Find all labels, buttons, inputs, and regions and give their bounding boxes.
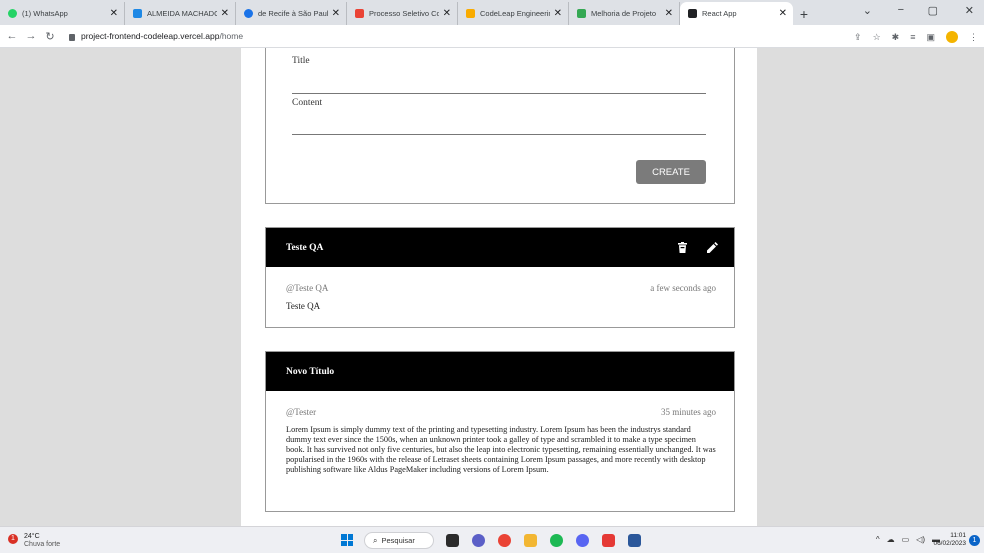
post-time: 35 minutes ago [661, 407, 716, 417]
url-path: /home [219, 31, 244, 41]
tab-almeida[interactable]: ALMEIDA MACHADO ✕ [125, 2, 236, 25]
post-card: Teste QA @Teste QA a few seconds ago Tes… [265, 227, 735, 328]
spotify-icon[interactable] [550, 534, 563, 547]
tab-react-app[interactable]: React App ✕ [680, 2, 793, 25]
site-icon [133, 9, 142, 18]
main-container: Title Content CREATE Teste QA @Teste QA … [241, 48, 757, 526]
tab-title: Processo Seletivo Co [369, 9, 439, 18]
tab-title: de Recife à São Paulo [258, 9, 328, 18]
search-icon: ⌕ [373, 535, 378, 545]
post-title: Teste QA [286, 242, 324, 253]
tab-title: React App [702, 9, 737, 18]
post-title: Novo Título [286, 366, 335, 377]
weather-widget[interactable]: 24°C Chuva forte [24, 533, 60, 549]
post-author: @Tester [286, 407, 317, 417]
search-label: Pesquisar [381, 536, 415, 545]
weather-temp: 24°C [24, 533, 40, 540]
site-icon [244, 9, 253, 18]
url-host: project-frontend-codeleap.vercel.app [81, 31, 220, 41]
tab-processo[interactable]: Processo Seletivo Co ✕ [347, 2, 458, 25]
share-icon[interactable]: ⇪ [854, 32, 862, 43]
create-button[interactable]: CREATE [636, 160, 706, 184]
taskbar-clock[interactable]: 11:01 06/02/2023 [933, 532, 966, 548]
profile-avatar[interactable] [946, 31, 958, 43]
site-icon [466, 9, 475, 18]
volume-icon[interactable]: ◁) [916, 535, 925, 544]
reload-icon[interactable]: ↻ [43, 30, 57, 43]
taskbar-search[interactable]: ⌕ Pesquisar [364, 532, 434, 549]
address-bar: ← → ↻ project-frontend-codeleap.vercel.a… [0, 25, 984, 48]
close-icon[interactable]: ✕ [779, 8, 787, 19]
title-field-label: Title [292, 56, 310, 66]
menu-icon[interactable]: ⋮ [969, 32, 978, 43]
word-icon[interactable] [628, 534, 641, 547]
windows-taskbar: 1 24°C Chuva forte ⌕ Pesquisar ^ ☁ ▭ ◁) … [0, 526, 984, 553]
onedrive-icon[interactable]: ☁ [887, 535, 895, 544]
tab-title: ALMEIDA MACHADO [147, 9, 217, 18]
tab-melhoria[interactable]: Melhoria de Projeto ✕ [569, 2, 680, 25]
weather-desc: Chuva forte [24, 541, 61, 548]
tab-title: CodeLeap Engineerin [480, 9, 550, 18]
bookmark-star-icon[interactable]: ☆ [873, 32, 881, 43]
url-field[interactable]: project-frontend-codeleap.vercel.app/hom… [69, 31, 243, 41]
gmail-icon [355, 9, 364, 18]
tab-title: Melhoria de Projeto [591, 9, 657, 18]
sheets-icon [577, 9, 586, 18]
teams-chat-icon[interactable] [472, 534, 485, 547]
windows-start-icon[interactable] [341, 534, 353, 546]
system-tray: ^ ☁ ▭ ◁) ▬ [876, 535, 940, 544]
title-input[interactable] [292, 93, 706, 94]
close-icon[interactable]: ✕ [554, 8, 562, 19]
delete-icon[interactable] [674, 240, 690, 256]
close-icon[interactable]: ✕ [665, 8, 673, 19]
post-header: Teste QA [266, 228, 734, 267]
post-meta: @Teste QA a few seconds ago [266, 283, 734, 293]
post-card: Novo Título @Tester 35 minutes ago Lorem… [265, 351, 735, 512]
chrome-icon[interactable] [498, 534, 511, 547]
whatsapp-icon [8, 9, 17, 18]
task-view-icon[interactable] [446, 534, 459, 547]
post-meta: @Tester 35 minutes ago [266, 407, 734, 417]
extensions-icon[interactable]: ✱ [892, 32, 900, 43]
content-field-label: Content [292, 98, 323, 108]
tab-title: (1) WhatsApp [22, 9, 68, 18]
weather-alert-badge: 1 [8, 534, 18, 544]
notification-badge[interactable]: 1 [969, 535, 980, 546]
close-icon[interactable]: ✕ [221, 8, 229, 19]
edit-pencil-icon[interactable] [704, 240, 720, 256]
post-header: Novo Título [266, 352, 734, 391]
tab-whatsapp[interactable]: (1) WhatsApp ✕ [0, 2, 125, 25]
network-icon[interactable]: ▭ [902, 535, 910, 544]
react-app-icon [688, 9, 697, 18]
discord-icon[interactable] [576, 534, 589, 547]
page-viewport: Title Content CREATE Teste QA @Teste QA … [0, 48, 984, 526]
tab-search-icon[interactable]: ⌄ [863, 4, 872, 17]
side-panel-icon[interactable]: ▣ [926, 32, 935, 43]
file-explorer-icon[interactable] [524, 534, 537, 547]
back-icon[interactable]: ← [5, 30, 19, 42]
clock-date: 06/02/2023 [933, 540, 966, 547]
chevron-up-icon[interactable]: ^ [876, 535, 880, 544]
tab-recife[interactable]: de Recife à São Paulo ✕ [236, 2, 347, 25]
close-icon[interactable]: ✕ [443, 8, 451, 19]
content-input[interactable] [292, 134, 706, 135]
app-icon[interactable] [602, 534, 615, 547]
post-content: Lorem Ipsum is simply dummy text of the … [286, 425, 716, 474]
post-content: Teste QA [286, 301, 321, 311]
tab-codeleap[interactable]: CodeLeap Engineerin ✕ [458, 2, 569, 25]
maximize-icon[interactable]: ▢ [928, 4, 938, 17]
browser-tab-strip: (1) WhatsApp ✕ ALMEIDA MACHADO ✕ de Reci… [0, 0, 984, 25]
reading-list-icon[interactable]: ≡ [910, 32, 915, 42]
close-icon[interactable]: ✕ [110, 8, 118, 19]
close-icon[interactable]: ✕ [332, 8, 340, 19]
post-time: a few seconds ago [650, 283, 716, 293]
forward-icon[interactable]: → [24, 30, 38, 42]
clock-time: 11:01 [950, 532, 966, 539]
create-post-form: Title Content CREATE [265, 48, 735, 204]
minimize-icon[interactable]: − [898, 4, 904, 16]
lock-icon [69, 33, 75, 41]
new-tab-button[interactable]: + [793, 2, 815, 25]
post-author: @Teste QA [286, 283, 329, 293]
window-close-icon[interactable]: ✕ [965, 4, 974, 17]
